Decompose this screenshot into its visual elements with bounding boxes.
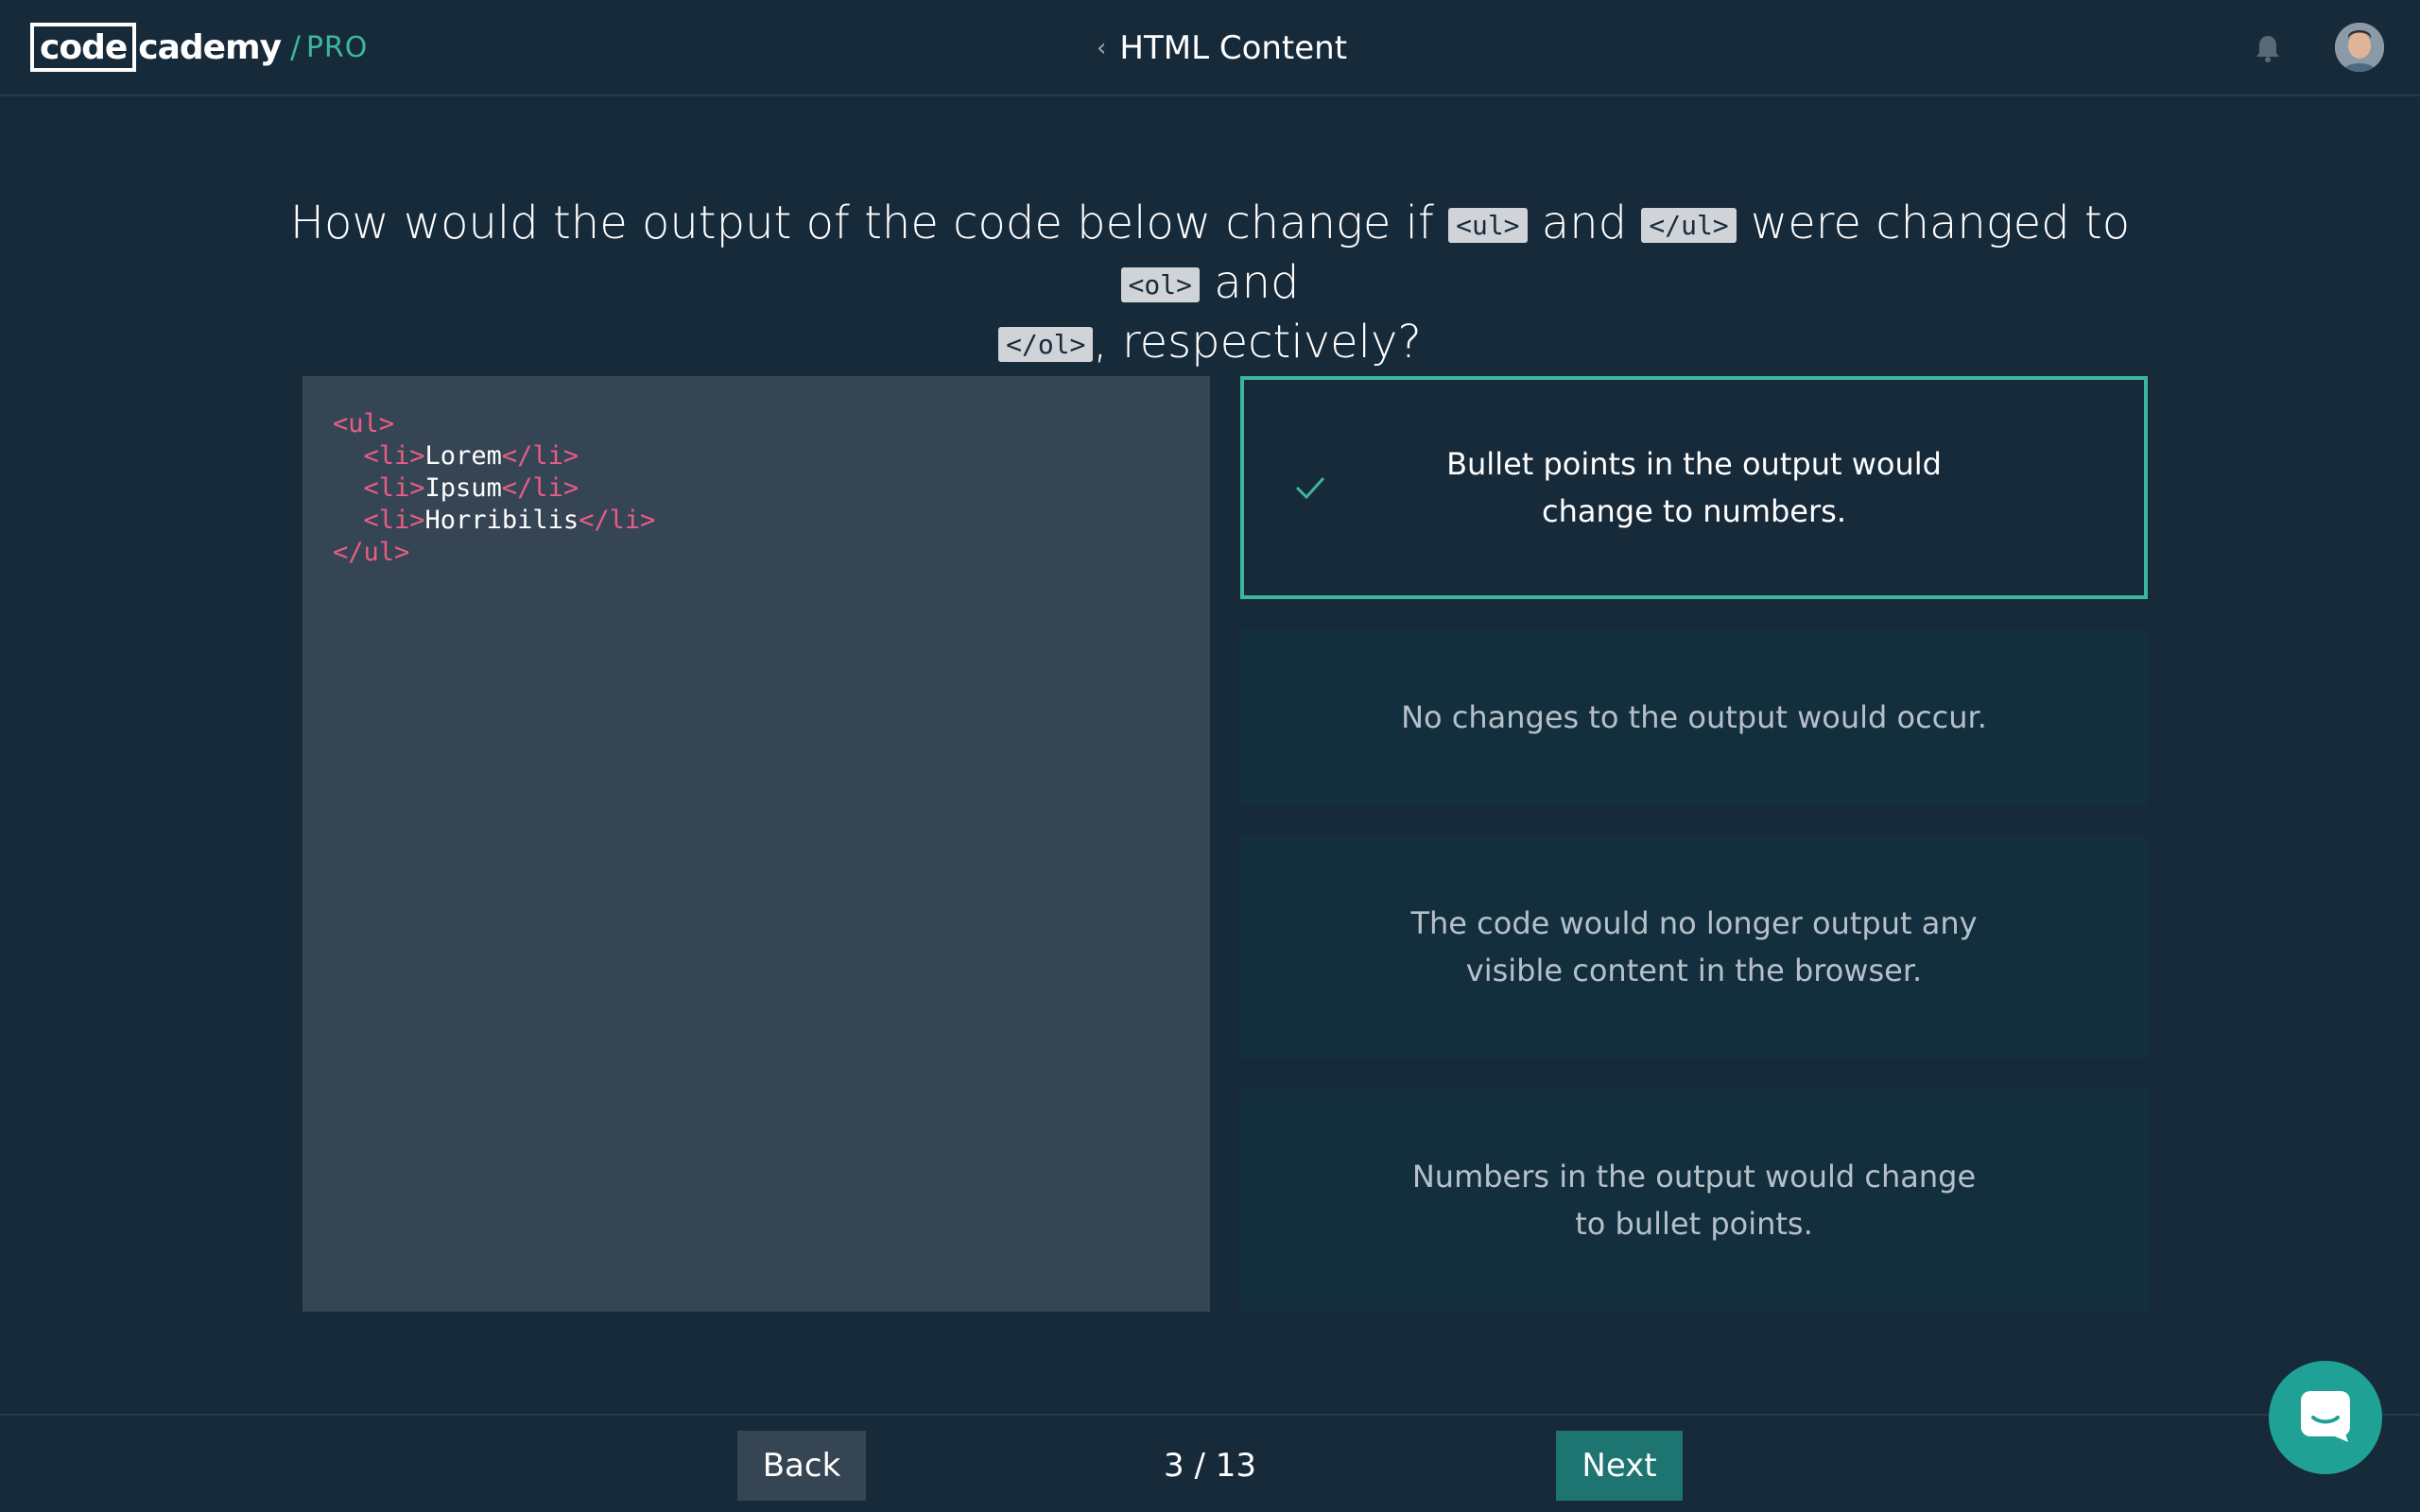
code-tag: </li> <box>501 441 579 471</box>
bottom-navigation: Back 3 / 13 Next <box>0 1414 2420 1512</box>
code-tag: <ul> <box>333 409 395 438</box>
bell-icon[interactable] <box>2252 32 2284 64</box>
logo-pro-text: PRO <box>305 30 369 64</box>
chevron-left-icon: ‹ <box>1097 34 1107 62</box>
code-text: Horribilis <box>424 506 579 535</box>
question-part: and <box>1199 256 1300 309</box>
chat-icon <box>2297 1387 2354 1448</box>
code-line: <ul> <box>333 408 1180 440</box>
answer-option-4[interactable]: Numbers in the output would change to bu… <box>1240 1089 2148 1312</box>
codecademy-pro-logo[interactable]: code cademy / PRO <box>30 21 368 74</box>
code-tag: </ul> <box>333 538 410 567</box>
code-tag: <li> <box>363 506 425 535</box>
answer-option-1[interactable]: Bullet points in the output would change… <box>1240 376 2148 599</box>
back-button[interactable]: Back <box>737 1431 866 1501</box>
answer-text: Numbers in the output would change to bu… <box>1411 1159 1977 1242</box>
code-text: Lorem <box>424 441 502 471</box>
code-line: <li>Ipsum</li> <box>333 472 1180 505</box>
answer-text: No changes to the output would occur. <box>1401 699 1987 735</box>
code-line: </ul> <box>333 537 1180 569</box>
inline-code: <ol> <box>1120 267 1200 302</box>
answer-option-2[interactable]: No changes to the output would occur. <box>1240 629 2148 805</box>
question-text: How would the output of the code below c… <box>284 195 2136 373</box>
code-tag: <li> <box>363 441 425 471</box>
next-button[interactable]: Next <box>1556 1431 1683 1501</box>
inline-code: <ul> <box>1448 208 1528 243</box>
question-part: were changed to <box>1736 197 2131 249</box>
code-line: <li>Lorem</li> <box>333 440 1180 472</box>
checkmark-icon <box>1291 469 1329 507</box>
logo-code-box: code <box>30 23 137 72</box>
top-header: code cademy / PRO ‹ HTML Content <box>0 0 2420 96</box>
code-tag: <li> <box>363 473 425 503</box>
logo-cademy-text: cademy <box>138 27 282 67</box>
chat-launcher-button[interactable] <box>2269 1361 2382 1474</box>
answer-option-3[interactable]: The code would no longer output any visi… <box>1240 835 2148 1058</box>
user-avatar[interactable] <box>2335 23 2384 72</box>
answer-text: The code would no longer output any visi… <box>1410 905 1978 988</box>
code-snippet-panel: <ul> <li>Lorem</li> <li>Ipsum</li> <li>H… <box>302 376 1210 1312</box>
code-tag: </li> <box>579 506 656 535</box>
breadcrumb-back-to-course[interactable]: ‹ HTML Content <box>1097 23 1347 74</box>
answer-text: Bullet points in the output would change… <box>1446 446 1942 529</box>
question-progress: 3 / 13 <box>1164 1447 1256 1485</box>
inline-code: </ul> <box>1641 208 1737 243</box>
question-part: and <box>1527 197 1642 249</box>
code-text: Ipsum <box>424 473 502 503</box>
question-part: , respectively? <box>1093 316 1422 369</box>
inline-code: </ol> <box>998 327 1094 362</box>
code-tag: </li> <box>501 473 579 503</box>
code-line: <li>Horribilis</li> <box>333 505 1180 537</box>
course-title: HTML Content <box>1119 29 1348 67</box>
question-part: How would the output of the code below c… <box>289 197 1449 249</box>
logo-slash: / <box>290 29 301 65</box>
